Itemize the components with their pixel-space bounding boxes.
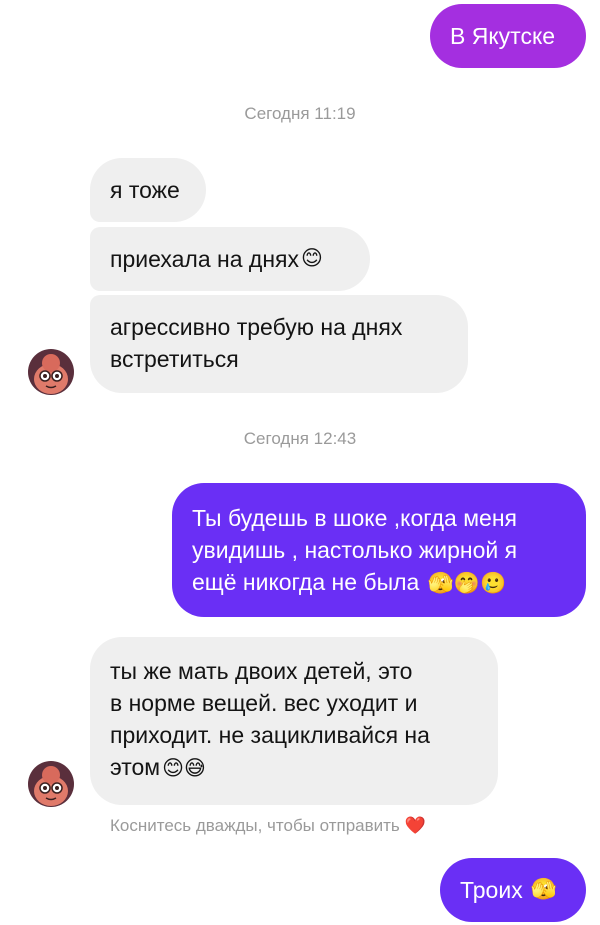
message-line: приходит. не зацикливайся на: [110, 722, 430, 748]
message-line: увидишь , настолько жирной я: [192, 537, 518, 563]
message-text: В Якутске: [450, 23, 556, 49]
avatar-icon: [28, 349, 74, 395]
timestamp: Сегодня 11:19: [244, 104, 356, 123]
contact-avatar[interactable]: [28, 349, 74, 395]
double-tap-hint: Коснитесь дважды, чтобы отправить ❤️: [110, 816, 426, 836]
message-line: в норме вещей. вес уходит и: [110, 690, 418, 716]
message-line: Ты будешь в шоке ,когда меня: [192, 505, 517, 531]
outgoing-message[interactable]: В Якутске: [430, 4, 586, 68]
incoming-message[interactable]: ты же мать двоих детей, это в норме веще…: [90, 637, 498, 805]
message-text: я тоже: [110, 177, 180, 203]
peek-emoji: 🫣: [530, 878, 557, 901]
emoji-group: 🫣🤭🥲: [427, 572, 507, 595]
incoming-message[interactable]: приехала на днях 😊: [90, 227, 370, 291]
message-line: встретиться: [110, 346, 239, 372]
emoji-group: 😊😅: [162, 757, 206, 780]
message-line-with-emoji: ещё никогда не была 🫣🤭🥲: [192, 566, 506, 600]
smile-emoji: 😊: [300, 247, 323, 270]
timestamp: Сегодня 12:43: [243, 429, 357, 448]
avatar-icon: [28, 761, 74, 807]
message-text: приехала на днях: [110, 246, 299, 272]
contact-avatar[interactable]: [28, 761, 74, 807]
outgoing-message[interactable]: Троих 🫣: [440, 858, 586, 922]
message-line: этом: [110, 754, 161, 780]
outgoing-message[interactable]: Ты будешь в шоке ,когда меня увидишь , н…: [172, 483, 586, 617]
message-line: ты же мать двоих детей, это: [110, 658, 413, 684]
incoming-message[interactable]: агрессивно требую на днях встретиться: [90, 295, 468, 393]
message-line: агрессивно требую на днях: [110, 314, 403, 340]
heart-icon: ❤️: [404, 816, 426, 835]
message-line: ещё никогда не была: [192, 569, 420, 595]
message-text: Троих: [460, 877, 523, 903]
incoming-message[interactable]: я тоже: [90, 158, 206, 222]
message-line-with-emoji: этом😊😅: [110, 751, 206, 785]
hint-text: Коснитесь дважды, чтобы отправить: [110, 816, 400, 835]
